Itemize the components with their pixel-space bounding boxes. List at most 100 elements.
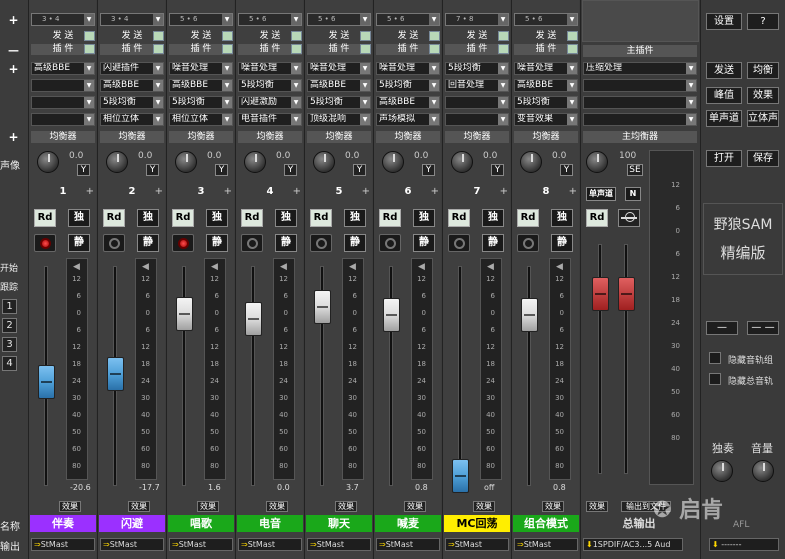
read-button[interactable]: Rd [103,209,125,227]
pan-knob[interactable] [37,151,59,173]
master-plugin-slot-3[interactable]: ▼ [583,96,697,109]
channel-name[interactable]: 组合模式 [513,515,579,532]
send-toggle[interactable] [429,31,440,41]
solo-button[interactable]: 独 [275,209,297,227]
master-plugin-slot-2[interactable]: ▼ [583,79,697,92]
mute-button[interactable]: 静 [344,234,366,252]
input-ratio-select[interactable]: 5 • 6 ▼ [514,13,578,26]
volume-fader[interactable] [452,459,469,493]
plugin-slot-3[interactable]: 5段均衡 ▼ [307,96,371,109]
effect-button[interactable]: 效果 [197,501,219,512]
master-n-button[interactable]: N [625,187,641,201]
mute-button[interactable]: 静 [275,234,297,252]
mute-button[interactable]: 静 [413,234,435,252]
plugin-slot-4[interactable]: 声场模拟 ▼ [376,113,440,126]
input-ratio-select[interactable]: 5 • 6 ▼ [376,13,440,26]
effect-button[interactable]: 效果 [404,501,426,512]
effect-button[interactable]: 效果 [266,501,288,512]
plugin-slot-3[interactable]: ▼ [31,96,95,109]
mute-button[interactable]: 静 [137,234,159,252]
solo-button[interactable]: 独 [551,209,573,227]
y-button[interactable]: Y [146,164,159,176]
plugin-slot-1[interactable]: 5段均衡 ▼ [445,62,509,75]
plugin-slot-1[interactable]: 高级BBE ▼ [31,62,95,75]
channel-add-button[interactable]: + [293,186,301,197]
volume-knob[interactable] [752,460,774,482]
eq-button[interactable]: 均衡器 [445,131,509,143]
output-select[interactable]: ⇒StMast [514,538,578,551]
output-select[interactable]: ⇒StMast [307,538,371,551]
save-button[interactable]: 保存 [747,150,779,167]
y-button[interactable]: Y [215,164,228,176]
plugin-slot-3[interactable]: 闪避激励 ▼ [238,96,302,109]
master-se-button[interactable]: SE [627,164,643,176]
eq-button[interactable]: 均衡器 [238,131,302,143]
y-button[interactable]: Y [77,164,90,176]
channel-add-button[interactable]: + [500,186,508,197]
collapse-button[interactable]: — [0,44,27,57]
read-button[interactable]: Rd [172,209,194,227]
y-button[interactable]: Y [353,164,366,176]
channel-add-button[interactable]: + [86,186,94,197]
channel-add-button[interactable]: + [362,186,370,197]
volume-fader[interactable] [521,298,538,332]
master-rd-button[interactable]: Rd [586,209,608,227]
eq-button[interactable]: 均衡器 [31,131,95,143]
plugin-slot-4[interactable]: 电音插件 ▼ [238,113,302,126]
read-button[interactable]: Rd [241,209,263,227]
send-button[interactable]: 发送 [706,62,742,79]
record-button[interactable] [241,234,263,252]
track-4-button[interactable]: 4 [2,356,17,371]
eq-button[interactable]: 均衡器 [169,131,233,143]
add-plugin-button[interactable]: + [0,62,27,76]
read-button[interactable]: Rd [517,209,539,227]
channel-name[interactable]: MC回荡 [444,515,510,532]
y-button[interactable]: Y [560,164,573,176]
plugin-slot-3[interactable]: 高级BBE ▼ [376,96,440,109]
record-button[interactable] [172,234,194,252]
master-plugin-slot-1[interactable]: 压缩处理 ▼ [583,62,697,75]
channel-name[interactable]: 电音 [237,515,303,532]
pan-knob[interactable] [382,151,404,173]
pan-knob[interactable] [313,151,335,173]
plugin-slot-1[interactable]: 噪音处理 ▼ [307,62,371,75]
plugin-slot-2[interactable]: ▼ [31,79,95,92]
channel-name[interactable]: 唱歌 [168,515,234,532]
plugin-toggle[interactable] [360,44,371,54]
volume-fader[interactable] [38,365,55,399]
plugin-slot-2[interactable]: 高级BBE ▼ [169,79,233,92]
record-button[interactable] [448,234,470,252]
solo-button[interactable]: 独 [137,209,159,227]
eq-button[interactable]: 均衡器 [100,131,164,143]
send-toggle[interactable] [153,31,164,41]
effect-button[interactable]: 效果 [542,501,564,512]
read-button[interactable]: Rd [34,209,56,227]
effect-button[interactable]: 效果 [128,501,150,512]
plugin-slot-1[interactable]: 闪避插件 ▼ [100,62,164,75]
read-button[interactable]: Rd [379,209,401,227]
eq-button[interactable]: 均衡器 [307,131,371,143]
pan-knob[interactable] [106,151,128,173]
effect-button[interactable]: 效果 [335,501,357,512]
read-button[interactable]: Rd [448,209,470,227]
plugin-slot-3[interactable]: 5段均衡 ▼ [169,96,233,109]
input-ratio-select[interactable]: 3 • 4 ▼ [31,13,95,26]
track-3-button[interactable]: 3 [2,337,17,352]
record-button[interactable] [517,234,539,252]
channel-add-button[interactable]: + [224,186,232,197]
stereo-button[interactable]: 立体声 [747,110,779,127]
master-plugin-slot-4[interactable]: ▼ [583,113,697,126]
plugin-slot-4[interactable]: 变音效果 ▼ [514,113,578,126]
volume-fader[interactable] [383,298,400,332]
add-eq-button[interactable]: + [0,130,27,144]
plugin-slot-1[interactable]: 噪音处理 ▼ [238,62,302,75]
plugin-slot-2[interactable]: 高级BBE ▼ [100,79,164,92]
channel-name[interactable]: 闪避 [99,515,165,532]
plugin-slot-2[interactable]: 5段均衡 ▼ [238,79,302,92]
volume-fader[interactable] [314,290,331,324]
master-pan-knob[interactable] [586,151,608,173]
read-button[interactable]: Rd [310,209,332,227]
peak-button[interactable]: 峰值 [706,87,742,104]
plugin-toggle[interactable] [429,44,440,54]
master-link-button[interactable] [618,209,640,227]
